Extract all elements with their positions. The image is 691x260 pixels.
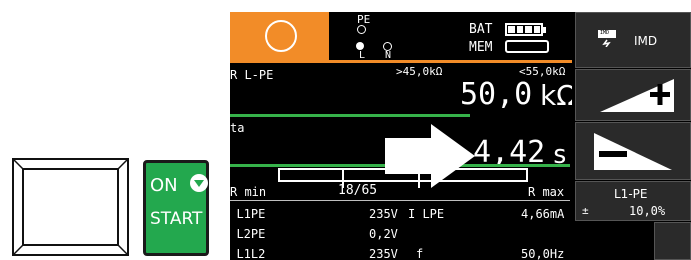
- trip-time-label: ta: [230, 121, 245, 135]
- softkey-column: IMD IMD L1-PE ± 10,0%: [572, 12, 691, 260]
- ramp-down-minus-icon: [594, 133, 672, 170]
- test-status-circle-icon: [265, 20, 297, 52]
- on-label: ON: [150, 175, 178, 196]
- status-area: [230, 12, 329, 60]
- imd-label: IMD: [634, 34, 658, 48]
- row-name: f: [416, 247, 424, 260]
- row-value: 50,0Hz: [521, 247, 565, 260]
- limit-name: L1-PE: [614, 187, 648, 201]
- upper-limit: <55,0kΩ: [519, 65, 566, 78]
- function-label: R L-PE: [230, 68, 274, 82]
- reading-separator: [230, 114, 470, 117]
- key-bevel-icon: [14, 160, 127, 254]
- rmax-label: R max: [528, 185, 565, 199]
- imd-badge: IMD: [600, 30, 610, 36]
- row-name: U L1L2: [230, 247, 266, 260]
- row-value: 4,66mA: [521, 207, 565, 221]
- limit-softkey[interactable]: L1-PE ± 10,0%: [575, 181, 691, 221]
- limit-value: 10,0%: [629, 204, 666, 218]
- memory-label: MEM: [469, 40, 493, 55]
- on-start-button[interactable]: ON START: [143, 160, 209, 256]
- status-underline: [230, 60, 572, 63]
- row-value: 235V: [369, 207, 398, 221]
- main-reading: 50,0: [460, 77, 533, 112]
- ramp-up-plus-icon: [600, 79, 674, 112]
- battery-label: BAT: [469, 22, 493, 37]
- n-label: N: [385, 50, 392, 61]
- row-value: 0,2V: [369, 227, 398, 241]
- l-terminal-icon: [356, 42, 364, 50]
- counter-separator: [230, 200, 570, 201]
- memory-icon: [505, 40, 549, 53]
- arrow-right-icon: [385, 124, 475, 188]
- pe-label: PE: [357, 13, 371, 26]
- triangle-down-icon: [190, 174, 208, 192]
- row-value: 235V: [369, 247, 398, 260]
- l-label: L: [359, 50, 366, 61]
- blank-softkey[interactable]: [654, 222, 691, 260]
- pe-terminal-icon: [357, 25, 366, 34]
- decrease-softkey[interactable]: [575, 122, 691, 180]
- rmin-label: R min: [230, 185, 267, 199]
- imd-softkey[interactable]: IMD IMD: [575, 12, 691, 68]
- measurement-counter: 18/65: [338, 183, 378, 198]
- limit-sign: ±: [582, 204, 589, 217]
- row-name: I LPE: [408, 207, 445, 221]
- row-name: U L2PE: [230, 227, 266, 241]
- battery-icon: [505, 23, 546, 36]
- row-name: U L1PE: [230, 207, 266, 221]
- increase-softkey[interactable]: [575, 69, 691, 121]
- lower-limit: >45,0kΩ: [396, 65, 443, 78]
- start-label: START: [150, 209, 203, 229]
- instrument-screen: PE L N BAT MEM R L-PE >45,0kΩ <55,0kΩ 50…: [230, 12, 691, 260]
- blank-key[interactable]: [12, 158, 129, 256]
